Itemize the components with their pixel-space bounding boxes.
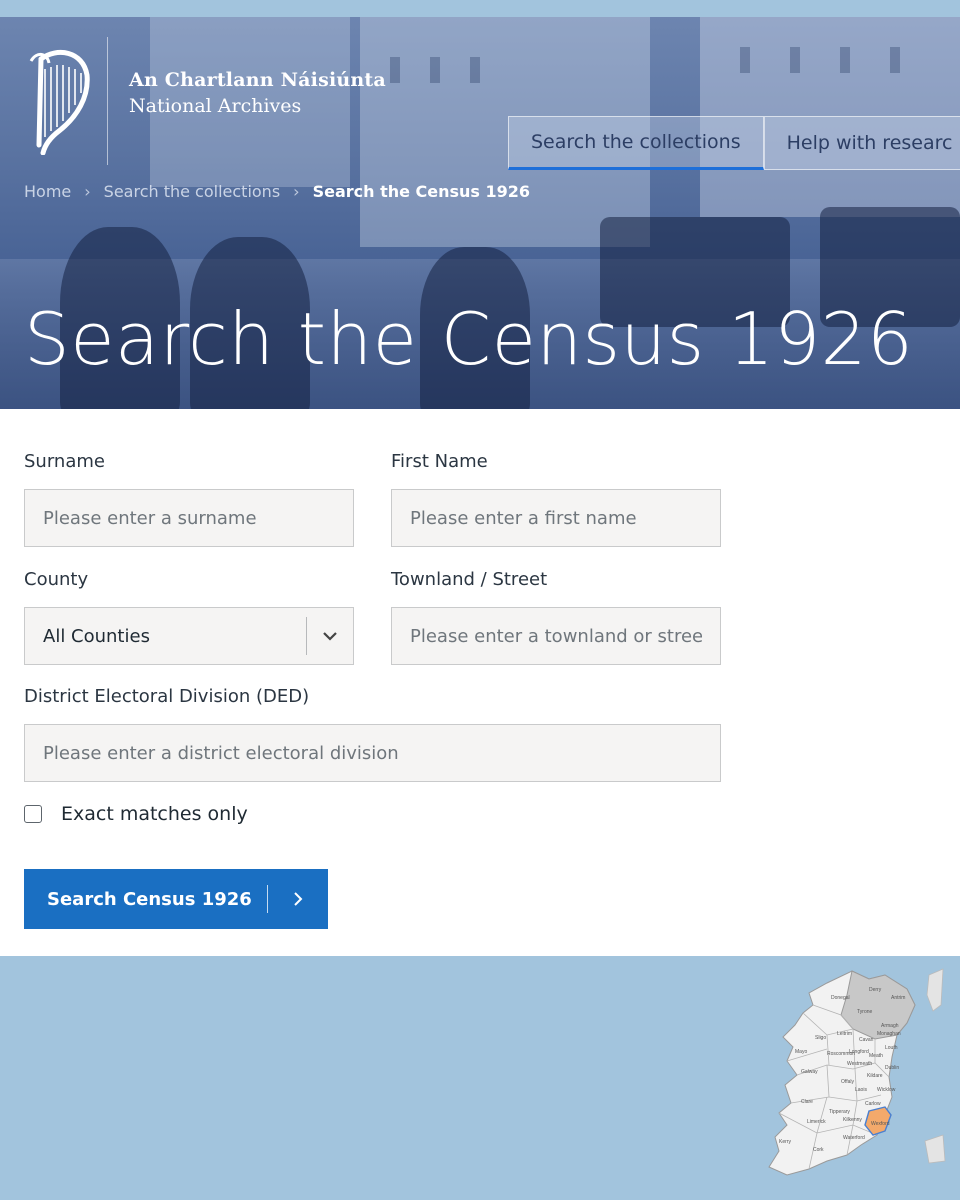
logo-divider	[107, 37, 108, 165]
main-nav: Search the collections Help with researc	[508, 116, 960, 170]
map-label-antrim: Antrim	[891, 995, 905, 1001]
map-label-cork: Cork	[813, 1147, 824, 1153]
map-label-carlow: Carlow	[865, 1101, 881, 1107]
map-land-britain-fragment	[926, 968, 944, 1012]
map-label-tyrone: Tyrone	[857, 1009, 873, 1015]
map-label-sligo: Sligo	[815, 1035, 826, 1041]
chevron-right-icon: ›	[293, 182, 300, 201]
first-name-input[interactable]	[391, 489, 721, 547]
chevron-down-icon[interactable]	[307, 631, 353, 641]
map-label-meath: Meath	[869, 1053, 883, 1059]
map-label-limerick: Limerick	[807, 1119, 826, 1125]
ireland-county-map[interactable]: Donegal Derry Antrim Tyrone Armagh Sligo…	[757, 965, 957, 1180]
map-label-wexford: Wexford	[871, 1121, 890, 1127]
top-strip	[0, 0, 960, 17]
map-label-westmeath: Westmeath	[847, 1061, 872, 1067]
map-label-offaly: Offaly	[841, 1079, 854, 1085]
map-label-leitrim: Leitrim	[837, 1031, 852, 1037]
hero-banner: An Chartlann Náisiúnta National Archives…	[0, 17, 960, 409]
breadcrumb-search-collections[interactable]: Search the collections	[104, 182, 281, 201]
exact-match-row: Exact matches only	[24, 803, 248, 825]
map-label-galway: Galway	[801, 1069, 818, 1075]
nav-search-collections[interactable]: Search the collections	[508, 116, 764, 170]
search-census-button[interactable]: Search Census 1926	[24, 869, 328, 929]
county-label: County	[24, 569, 89, 590]
ded-input[interactable]	[24, 724, 721, 782]
census-search-form: Surname First Name County All Counties T…	[0, 409, 960, 956]
map-label-monaghan: Monaghan	[877, 1031, 901, 1037]
map-label-kerry: Kerry	[779, 1139, 791, 1145]
map-label-wicklow: Wicklow	[877, 1087, 896, 1093]
surname-label: Surname	[24, 451, 105, 472]
map-label-mayo: Mayo	[795, 1049, 807, 1055]
map-label-donegal: Donegal	[831, 995, 850, 1001]
map-land-wales-fragment	[924, 1134, 946, 1164]
map-label-clare: Clare	[801, 1099, 813, 1105]
map-label-kilkenny: Kilkenny	[843, 1117, 862, 1123]
first-name-label: First Name	[391, 451, 488, 472]
map-label-kildare: Kildare	[867, 1073, 883, 1079]
map-label-derry: Derry	[869, 987, 882, 993]
townland-input[interactable]	[391, 607, 721, 665]
brand-name-english[interactable]: National Archives	[129, 95, 301, 117]
county-select[interactable]: All Counties	[24, 607, 354, 665]
ded-label: District Electoral Division (DED)	[24, 686, 310, 707]
page-title: Search the Census 1926	[24, 297, 914, 381]
map-label-cavan: Cavan	[859, 1037, 874, 1043]
county-selected-value: All Counties	[43, 625, 150, 647]
breadcrumb-home[interactable]: Home	[24, 182, 71, 201]
search-button-label: Search Census 1926	[47, 888, 252, 910]
map-label-armagh: Armagh	[881, 1023, 899, 1029]
map-label-tipperary: Tipperary	[829, 1109, 850, 1115]
exact-match-checkbox[interactable]	[24, 805, 42, 823]
harp-logo-icon[interactable]	[27, 45, 91, 155]
exact-match-label[interactable]: Exact matches only	[61, 803, 248, 825]
chevron-right-icon: ›	[84, 182, 91, 201]
map-label-louth: Louth	[885, 1045, 898, 1051]
breadcrumb-current: Search the Census 1926	[312, 182, 531, 201]
nav-help-with-research[interactable]: Help with researc	[763, 116, 960, 170]
map-label-dublin: Dublin	[885, 1065, 899, 1071]
map-label-waterford: Waterford	[843, 1135, 865, 1141]
surname-input[interactable]	[24, 489, 354, 547]
map-label-laois: Laois	[855, 1087, 867, 1093]
chevron-right-icon	[268, 891, 328, 907]
brand-name-irish[interactable]: An Chartlann Náisiúnta	[129, 69, 386, 91]
map-label-longford: Longford	[849, 1049, 869, 1055]
breadcrumb: Home › Search the collections › Search t…	[24, 182, 530, 201]
townland-label: Townland / Street	[391, 569, 548, 590]
